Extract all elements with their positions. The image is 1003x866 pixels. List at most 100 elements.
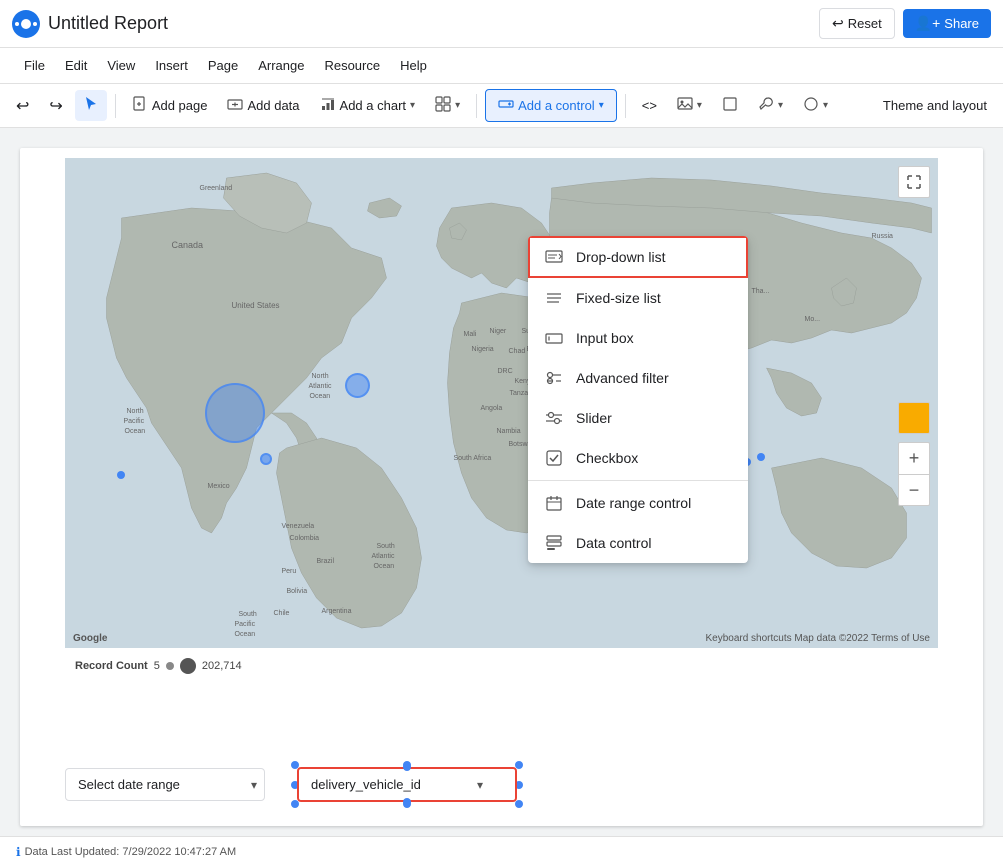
menu-insert[interactable]: Insert (147, 54, 196, 77)
status-bar: ℹ Data Last Updated: 7/29/2022 10:47:27 … (0, 836, 1003, 866)
svg-text:Colombia: Colombia (290, 535, 320, 542)
share-label: Share (944, 16, 979, 31)
menu-resource[interactable]: Resource (316, 54, 388, 77)
add-control-label: Add a control (518, 98, 595, 113)
menu-item-data-control[interactable]: Data control (528, 523, 748, 563)
add-control-button[interactable]: Add a control ▾ (485, 89, 617, 122)
menu-item-checkbox[interactable]: Checkbox (528, 438, 748, 478)
advanced-filter-icon (544, 368, 564, 388)
svg-text:Mali: Mali (464, 331, 477, 338)
menu-file[interactable]: File (16, 54, 53, 77)
svg-text:Nambia: Nambia (497, 428, 521, 435)
add-control-icon (498, 96, 514, 115)
svg-text:South Africa: South Africa (454, 455, 492, 462)
menu-help[interactable]: Help (392, 54, 435, 77)
checkbox-icon (544, 448, 564, 468)
dropdown-list-icon (544, 247, 564, 267)
legend-label: Record Count (75, 660, 148, 672)
svg-text:Argentina: Argentina (322, 608, 352, 615)
add-page-button[interactable]: Add page (124, 90, 216, 121)
dropdown-control[interactable]: delivery_vehicle_id ▾ (297, 767, 517, 802)
status-info-icon: ℹ (16, 845, 21, 859)
menu-item-slider[interactable]: Slider (528, 398, 748, 438)
svg-text:Niger: Niger (490, 328, 507, 335)
menu-view[interactable]: View (99, 54, 143, 77)
add-page-label: Add page (152, 98, 208, 113)
svg-text:North: North (127, 408, 144, 415)
image-button[interactable]: ▾ (669, 90, 710, 121)
code-icon: <> (642, 98, 657, 113)
tools-chevron: ▾ (778, 100, 783, 111)
calendar-icon (544, 493, 564, 513)
add-control-dropdown-menu: Drop-down list Fixed-size list Input box… (528, 236, 748, 563)
data-bubble-pacific (117, 471, 125, 479)
legend-dot-large (180, 658, 196, 674)
menu-arrange[interactable]: Arrange (250, 54, 312, 77)
add-components-chevron: ▾ (455, 100, 460, 111)
report-title: Untitled Report (48, 13, 168, 34)
theme-layout-button[interactable]: Theme and layout (875, 92, 995, 119)
map-zoom-out-button[interactable]: − (898, 474, 930, 506)
menu-item-advanced-filter[interactable]: Advanced filter (528, 358, 748, 398)
map-person-button[interactable] (898, 402, 930, 434)
data-control-icon (544, 533, 564, 553)
reset-icon: ↩ (832, 15, 844, 32)
share-button[interactable]: 👤+ Share (903, 9, 991, 38)
toolbar-separator-1 (115, 94, 116, 118)
svg-text:Angola: Angola (481, 405, 503, 412)
svg-text:Brazil: Brazil (317, 558, 335, 565)
menu-item-date-range-control[interactable]: Date range control (528, 483, 748, 523)
menu-bar: File Edit View Insert Page Arrange Resou… (0, 48, 1003, 84)
data-bubble-india2 (757, 453, 765, 461)
map-zoom-in-button[interactable]: + (898, 442, 930, 474)
tools-icon (758, 96, 774, 115)
svg-text:Ocean: Ocean (374, 563, 395, 570)
menu-edit[interactable]: Edit (57, 54, 95, 77)
dropdown-control-chevron: ▾ (477, 778, 483, 792)
date-range-control-label: Date range control (576, 495, 691, 511)
menu-item-fixed-size-list[interactable]: Fixed-size list (528, 278, 748, 318)
fixed-size-list-label: Fixed-size list (576, 290, 661, 306)
dropdown-control-wrapper: delivery_vehicle_id ▾ (297, 767, 517, 802)
report-canvas: Canada United States Greenland North Pac… (20, 148, 983, 826)
map-legend: Record Count 5 202,714 (75, 658, 242, 674)
tools-button[interactable]: ▾ (750, 90, 791, 121)
frame-button[interactable] (714, 90, 746, 121)
menu-page[interactable]: Page (200, 54, 246, 77)
map-controls: + − (898, 166, 930, 506)
map-expand-button[interactable] (898, 166, 930, 198)
legend-max: 202,714 (202, 660, 242, 672)
svg-text:Ocean: Ocean (125, 428, 146, 435)
reset-label: Reset (848, 16, 882, 31)
add-chart-label: Add a chart (340, 98, 407, 113)
svg-text:Venezuela: Venezuela (282, 523, 315, 530)
svg-text:Bolivia: Bolivia (287, 588, 308, 595)
add-chart-icon (320, 96, 336, 115)
svg-text:Pacific: Pacific (235, 621, 256, 628)
toolbar: ↩ ↪ Add page Add data Add a chart ▾ ▾ (0, 84, 1003, 128)
slider-label: Slider (576, 410, 612, 426)
redo-button[interactable]: ↪ (41, 90, 70, 122)
date-range-select[interactable]: Select date range (65, 768, 265, 801)
input-box-icon (544, 328, 564, 348)
add-components-button[interactable]: ▾ (427, 90, 468, 121)
components-icon (435, 96, 451, 115)
shapes-chevron: ▾ (823, 100, 828, 111)
undo-button[interactable]: ↩ (8, 90, 37, 122)
svg-text:Ocean: Ocean (235, 631, 256, 638)
add-chart-chevron: ▾ (410, 100, 415, 111)
dropdown-control-value: delivery_vehicle_id (311, 777, 421, 792)
add-data-button[interactable]: Add data (219, 90, 307, 121)
svg-text:North: North (312, 373, 329, 380)
menu-item-dropdown-list[interactable]: Drop-down list (528, 236, 748, 278)
shapes-button[interactable]: ▾ (795, 90, 836, 121)
advanced-filter-label: Advanced filter (576, 370, 669, 386)
select-tool-button[interactable] (75, 90, 107, 121)
reset-button[interactable]: ↩ Reset (819, 8, 895, 39)
add-chart-button[interactable]: Add a chart ▾ (312, 90, 424, 121)
toolbar-separator-3 (625, 94, 626, 118)
dropdown-list-label: Drop-down list (576, 249, 665, 265)
code-button[interactable]: <> (634, 92, 665, 119)
menu-item-input-box[interactable]: Input box (528, 318, 748, 358)
app-logo (12, 10, 40, 38)
